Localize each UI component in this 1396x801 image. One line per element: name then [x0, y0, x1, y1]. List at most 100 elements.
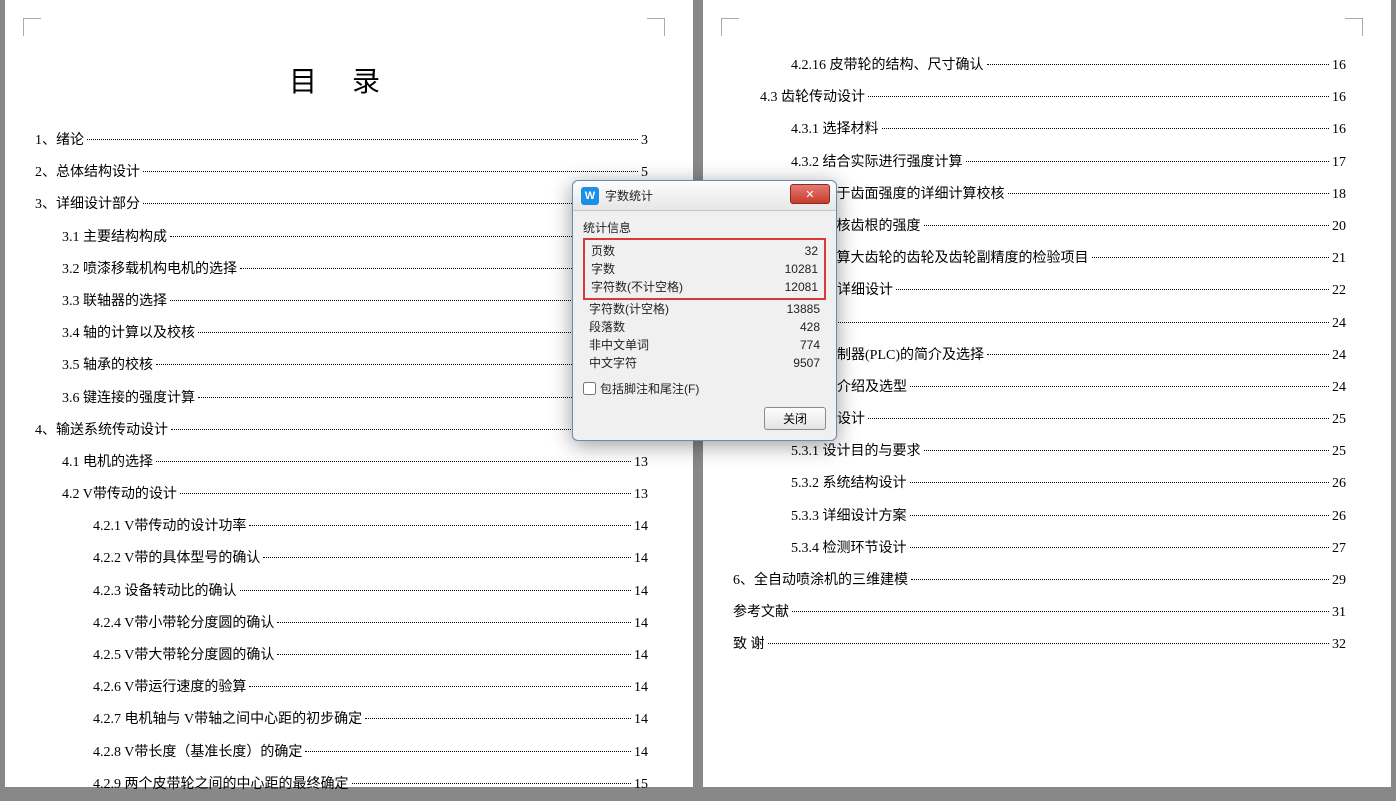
- toc-leader-dots: [792, 611, 1329, 612]
- close-button[interactable]: 关闭: [764, 407, 826, 430]
- stat-label: 中文字符: [589, 354, 637, 372]
- toc-leader-dots: [171, 429, 631, 430]
- toc-entry-title: 4.3.1 选择材料: [791, 114, 879, 146]
- toc-entry-title: 4.2.6 V带运行速度的验算: [93, 672, 246, 704]
- toc-entry: 4.1 电机的选择13: [35, 447, 648, 479]
- toc-leader-dots: [240, 590, 632, 591]
- toc-leader-dots: [170, 300, 631, 301]
- toc-entry-title: 1、绪论: [35, 125, 84, 157]
- toc-entry-page: 25: [1332, 404, 1346, 436]
- toc-entry-page: 17: [1332, 147, 1346, 179]
- toc-entry-title: 5.3.3 详细设计方案: [791, 501, 907, 533]
- toc-entry-title: 4.2.4 V带小带轮分度圆的确认: [93, 608, 274, 640]
- toc-entry: 3.2 喷漆移载机构电机的选择6: [35, 254, 648, 286]
- dialog-titlebar[interactable]: W 字数统计 ✕: [573, 181, 836, 211]
- toc-entry: 5.3.1 设计目的与要求25: [733, 436, 1346, 468]
- crop-corner: [1345, 18, 1363, 36]
- toc-leader-dots: [1008, 193, 1330, 194]
- toc-left: 1、绪论32、总体结构设计53、详细设计部分63.1 主要结构构成63.2 喷漆…: [35, 125, 648, 801]
- word-count-dialog: W 字数统计 ✕ 统计信息 页数32字数10281字符数(不计空格)12081 …: [572, 180, 837, 441]
- stat-label: 段落数: [589, 318, 625, 336]
- toc-leader-dots: [910, 547, 1330, 548]
- toc-entry-title: 6、全自动喷涂机的三维建模: [733, 565, 908, 597]
- toc-heading: 目 录: [35, 60, 648, 100]
- toc-entry: 3.4 轴的计算以及校核10: [35, 318, 648, 350]
- stat-label: 页数: [591, 242, 615, 260]
- toc-leader-dots: [156, 364, 632, 365]
- toc-entry-title: 4.2.16 皮带轮的结构、尺寸确认: [791, 50, 984, 82]
- toc-entry-page: 24: [1332, 340, 1346, 372]
- toc-leader-dots: [834, 322, 1329, 323]
- toc-entry: 3.6 键连接的强度计算11: [35, 383, 648, 415]
- toc-entry-title: 4.2 V带传动的设计: [62, 479, 177, 511]
- toc-leader-dots: [768, 643, 1330, 644]
- toc-leader-dots: [924, 450, 1330, 451]
- toc-entry-page: 15: [634, 769, 648, 801]
- toc-leader-dots: [910, 386, 1329, 387]
- toc-entry-title: 5.3.4 检测环节设计: [791, 533, 907, 565]
- toc-leader-dots: [198, 397, 632, 398]
- stat-value: 32: [805, 242, 818, 260]
- close-icon[interactable]: ✕: [790, 184, 830, 204]
- toc-entry: 5.3.2 系统结构设计26: [733, 468, 1346, 500]
- toc-entry-page: 31: [1332, 597, 1346, 629]
- toc-entry-page: 24: [1332, 308, 1346, 340]
- toc-leader-dots: [249, 525, 631, 526]
- toc-leader-dots: [1092, 257, 1330, 258]
- toc-entry: 4.2.4 V带小带轮分度圆的确认14: [35, 608, 648, 640]
- stat-value: 9507: [793, 354, 820, 372]
- toc-leader-dots: [143, 171, 638, 172]
- toc-entry-title: 参考文献: [733, 597, 789, 629]
- toc-entry-title: 3.6 键连接的强度计算: [62, 383, 195, 415]
- toc-entry-page: 26: [1332, 501, 1346, 533]
- toc-leader-dots: [277, 654, 631, 655]
- toc-leader-dots: [987, 64, 1330, 65]
- toc-entry-title: 4.2.9 两个皮带轮之间的中心距的最终确定: [93, 769, 349, 801]
- toc-leader-dots: [277, 622, 631, 623]
- toc-entry: 1、绪论3: [35, 125, 648, 157]
- checkbox-label: 包括脚注和尾注(F): [600, 380, 699, 397]
- toc-leader-dots: [896, 289, 1329, 290]
- toc-entry-page: 27: [1332, 533, 1346, 565]
- toc-entry-title: 3.3 联轴器的选择: [62, 286, 167, 318]
- crop-corner: [647, 18, 665, 36]
- toc-entry-title: 4.2.2 V带的具体型号的确认: [93, 543, 260, 575]
- stat-label: 字符数(不计空格): [591, 278, 683, 296]
- include-footnotes-checkbox[interactable]: 包括脚注和尾注(F): [583, 380, 826, 397]
- toc-leader-dots: [170, 236, 638, 237]
- toc-leader-dots: [263, 557, 631, 558]
- stat-row: 中文字符 9507: [583, 354, 826, 372]
- stat-value: 10281: [785, 260, 818, 278]
- toc-entry-page: 24: [1332, 372, 1346, 404]
- stat-value: 12081: [785, 278, 818, 296]
- toc-leader-dots: [868, 418, 1329, 419]
- stat-value: 428: [800, 318, 820, 336]
- toc-entry-page: 14: [634, 737, 648, 769]
- dialog-body: 统计信息 页数32字数10281字符数(不计空格)12081 字符数(计空格)1…: [573, 211, 836, 440]
- toc-entry: 4.3 齿轮传动设计16: [733, 82, 1346, 114]
- toc-entry-title: 4.1 电机的选择: [62, 447, 153, 479]
- toc-entry-title: 2、总体结构设计: [35, 157, 140, 189]
- stat-label: 非中文单词: [589, 336, 649, 354]
- toc-leader-dots: [249, 686, 631, 687]
- toc-entry: 4.2.2 V带的具体型号的确认14: [35, 543, 648, 575]
- stat-row: 页数 32: [591, 242, 818, 260]
- toc-entry-page: 16: [1332, 82, 1346, 114]
- stats-highlight-box: 页数32字数10281字符数(不计空格)12081: [583, 238, 826, 300]
- stat-label: 字符数(计空格): [589, 300, 669, 318]
- toc-entry: 2、总体结构设计5: [35, 157, 648, 189]
- toc-entry-page: 14: [634, 640, 648, 672]
- toc-leader-dots: [180, 493, 631, 494]
- stat-row: 非中文单词774: [583, 336, 826, 354]
- include-footnotes-input[interactable]: [583, 382, 596, 395]
- toc-entry-title: 4、输送系统传动设计: [35, 415, 168, 447]
- toc-entry-page: 29: [1332, 565, 1346, 597]
- dialog-footer: 关闭: [583, 407, 826, 430]
- crop-corner: [23, 18, 41, 36]
- toc-leader-dots: [305, 751, 631, 752]
- toc-entry-page: 32: [1332, 629, 1346, 661]
- toc-entry: 参考文献 31: [733, 597, 1346, 629]
- toc-entry-title: 4.2.1 V带传动的设计功率: [93, 511, 246, 543]
- stats-group-label: 统计信息: [583, 219, 826, 236]
- stat-row: 字符数(计空格)13885: [583, 300, 826, 318]
